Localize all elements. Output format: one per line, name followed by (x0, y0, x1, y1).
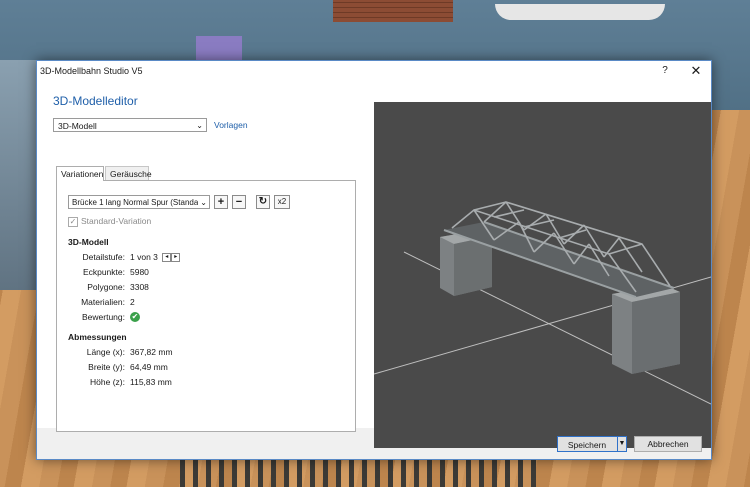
remove-variation-button[interactable]: − (232, 195, 246, 209)
editor-content: 3D-Modelleditor 3D-Modell ⌄ Vorlagen Var… (37, 82, 711, 448)
polygons-label: Polygone: (87, 282, 125, 292)
refresh-icon[interactable]: ↻ (256, 195, 270, 209)
model-editor-dialog: 3D-Modellbahn Studio V5 ? ✕ 3D-Modelledi… (36, 60, 712, 460)
materials-label: Materialien: (81, 297, 125, 307)
brick-building (333, 0, 453, 22)
variation-select[interactable]: Brücke 1 lang Normal Spur (Standar ⌄ (68, 195, 210, 209)
vertices-label: Eckpunkte: (82, 267, 125, 277)
bridge-model-background (0, 60, 36, 290)
length-value: 367,82 mm (130, 347, 173, 357)
materials-value: 2 (130, 297, 135, 307)
rating-value: ✔ (130, 311, 140, 322)
3d-preview-viewport[interactable] (374, 102, 711, 448)
model-type-value: 3D-Modell (58, 121, 97, 131)
dimensions-section-title: Abmessungen (68, 332, 127, 342)
duplicate-x2-button[interactable]: x2 (274, 195, 290, 209)
model-type-select[interactable]: 3D-Modell ⌄ (53, 118, 207, 132)
templates-link[interactable]: Vorlagen (214, 120, 248, 130)
rating-label: Bewertung: (82, 312, 125, 322)
detail-level-value: 1 von 3 ◂ ▸ (130, 252, 181, 263)
add-variation-button[interactable]: + (214, 195, 228, 209)
bridge-preview-render (374, 201, 711, 405)
detail-level-label: Detailstufe: (82, 252, 125, 262)
height-label: Höhe (z): (90, 377, 125, 387)
width-label: Breite (y): (88, 362, 125, 372)
prev-detail-icon[interactable]: ◂ (162, 253, 172, 263)
check-circle-icon: ✔ (130, 312, 140, 322)
chevron-down-icon: ⌄ (196, 121, 203, 130)
polygons-value: 3308 (130, 282, 149, 292)
length-label: Länge (x): (86, 347, 125, 357)
save-options-dropdown[interactable]: ▼ (617, 436, 627, 452)
ship-model (495, 4, 665, 20)
standard-variation-label: Standard-Variation (81, 216, 152, 226)
next-detail-icon[interactable]: ▸ (171, 253, 181, 263)
height-value: 115,83 mm (130, 377, 172, 387)
cancel-button[interactable]: Abbrechen (634, 436, 702, 452)
detail-level-text: 1 von 3 (130, 252, 158, 262)
close-icon[interactable]: ✕ (687, 63, 705, 79)
checkbox-check-icon: ✓ (68, 216, 78, 227)
page-title: 3D-Modelleditor (53, 94, 138, 108)
help-button[interactable]: ? (657, 63, 673, 79)
tab-variationen[interactable]: Variationen (56, 166, 104, 181)
title-bar: 3D-Modellbahn Studio V5 ? ✕ (37, 61, 711, 82)
variation-select-value: Brücke 1 lang Normal Spur (Standar (72, 198, 201, 207)
vertices-value: 5980 (130, 267, 149, 277)
chevron-down-icon: ▼ (618, 440, 626, 447)
model-section-title: 3D-Modell (68, 237, 109, 247)
tab-geraeusche[interactable]: Geräusche (105, 166, 152, 181)
container-model (196, 36, 242, 60)
chevron-down-icon: ⌄ (198, 196, 207, 208)
standard-variation-checkbox[interactable]: ✓ Standard-Variation (68, 216, 151, 227)
window-title: 3D-Modellbahn Studio V5 (40, 66, 143, 76)
width-value: 64,49 mm (130, 362, 168, 372)
